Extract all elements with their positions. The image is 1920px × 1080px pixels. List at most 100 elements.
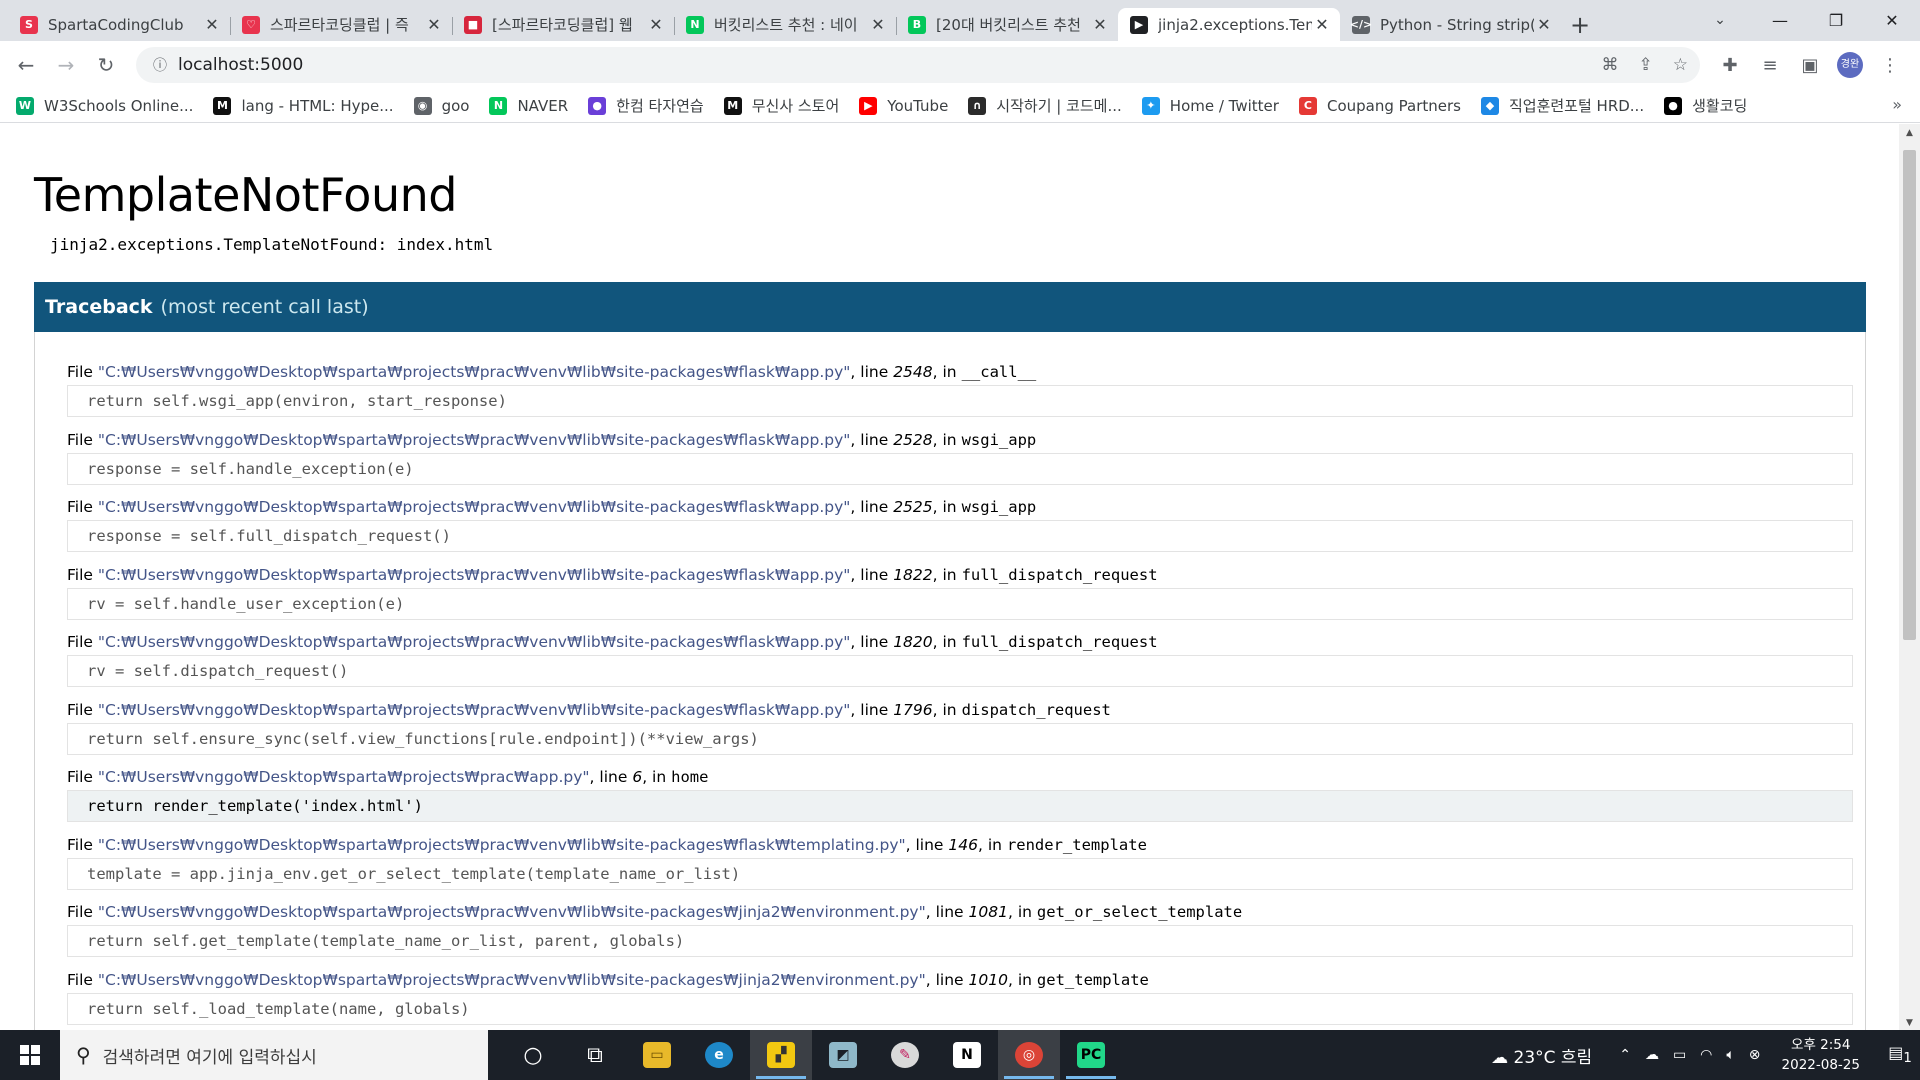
frame-source-line[interactable]: return self.ensure_sync(self.view_functi… — [67, 722, 1853, 755]
frame-function: full_dispatch_request — [961, 633, 1158, 651]
address-bar[interactable]: ⓘ localhost:5000 ⌘ ⇪ ☆ — [136, 47, 1700, 83]
battery-icon[interactable]: ▭ — [1673, 1047, 1686, 1063]
browser-tab[interactable]: N 버킷리스트 추천 : 네이 ✕ — [674, 8, 896, 41]
notion-icon[interactable]: N — [936, 1030, 998, 1080]
taskbar-clock[interactable]: 오후 2:54 2022-08-25 — [1782, 1035, 1860, 1075]
bookmark-item[interactable]: M 무신사 스토어 — [723, 95, 840, 116]
restore-icon[interactable]: ❐ — [1808, 0, 1864, 40]
tray-chevron-up-icon[interactable]: ⌃ — [1619, 1047, 1631, 1063]
edge-browser-icon[interactable]: e — [688, 1030, 750, 1080]
task-view-icon[interactable]: ⧉ — [564, 1030, 626, 1080]
tab-close-icon[interactable]: ✕ — [868, 15, 888, 34]
frame-line-number: 2525 — [893, 498, 933, 516]
frame-source-line[interactable]: response = self.handle_exception(e) — [67, 452, 1853, 485]
profile-avatar[interactable]: 경완 — [1837, 52, 1863, 78]
tab-close-icon[interactable]: ✕ — [424, 15, 444, 34]
scrollbar-thumb[interactable] — [1903, 150, 1916, 640]
windows-logo-icon — [20, 1045, 40, 1065]
frame-filename: "C:₩Users₩vnggo₩Desktop₩sparta₩projects₩… — [97, 633, 851, 651]
back-arrow-icon[interactable]: ← — [6, 45, 46, 85]
bookmark-item[interactable]: W W3Schools Online... — [16, 96, 193, 115]
tab-close-icon[interactable]: ✕ — [1534, 15, 1554, 34]
tab-close-icon[interactable]: ✕ — [1312, 15, 1332, 34]
volume-icon[interactable]: 🔈︎ — [1726, 1047, 1734, 1063]
bookmark-label: 무신사 스토어 — [751, 97, 840, 115]
frame-source-line[interactable]: return self.wsgi_app(environ, start_resp… — [67, 385, 1853, 417]
notification-count: 1 — [1903, 1051, 1912, 1067]
forward-arrow-icon[interactable]: → — [46, 45, 86, 85]
bookmark-item[interactable]: N NAVER — [489, 96, 568, 115]
bookmark-item[interactable]: ◉ goo — [413, 96, 469, 115]
bookmark-item[interactable]: ● 한컴 타자연습 — [588, 95, 704, 116]
frame-source-line[interactable]: rv = self.handle_user_exception(e) — [67, 587, 1853, 620]
bookmark-star-icon[interactable]: ☆ — [1673, 55, 1688, 75]
frame-source-line[interactable]: return self.get_template(template_name_o… — [67, 925, 1853, 957]
bookmark-item[interactable]: ▶ YouTube — [859, 96, 948, 115]
browser-tab[interactable]: S SpartaCodingClub ✕ — [8, 8, 230, 41]
reading-list-icon[interactable]: ≡ — [1750, 55, 1790, 76]
site-info-icon[interactable]: ⓘ — [142, 55, 178, 75]
notification-icon[interactable]: ▤1 — [1880, 1043, 1920, 1066]
notes-app-icon[interactable]: ◩ — [812, 1030, 874, 1080]
minimize-icon[interactable]: — — [1752, 0, 1808, 40]
cortana-circle-icon[interactable]: ○ — [502, 1030, 564, 1080]
new-tab-button[interactable]: + — [1562, 8, 1598, 41]
omnibox-actions: ⌘ ⇪ ☆ — [1602, 47, 1689, 83]
bookmark-item[interactable]: C Coupang Partners — [1298, 96, 1461, 115]
file-word: File — [67, 633, 93, 651]
close-window-icon[interactable]: ✕ — [1864, 0, 1920, 40]
browser-tab[interactable]: </> Python - String strip(✕ — [1340, 8, 1562, 41]
bookmark-item[interactable]: ◆ 직업훈련포털 HRD... — [1480, 95, 1644, 116]
side-panel-icon[interactable]: ▣ — [1790, 55, 1830, 76]
ime-icon[interactable]: ⊗ — [1749, 1047, 1761, 1063]
frame-source-line[interactable]: response = self.full_dispatch_request() — [67, 520, 1853, 552]
frame-source-line[interactable]: template = app.jinja_env.get_or_select_t… — [67, 857, 1853, 890]
in-word: in — [987, 835, 1002, 854]
frame-source-line[interactable]: return self._load_template(name, globals… — [67, 992, 1853, 1025]
weather-widget[interactable]: ☁ 23°C 흐림 — [1491, 1043, 1592, 1068]
frame-source-line[interactable]: rv = self.dispatch_request() — [67, 655, 1853, 687]
file-word: File — [67, 363, 93, 381]
traceback-note: (most recent call last) — [160, 296, 369, 318]
file-word: File — [67, 700, 93, 719]
paint-app-icon[interactable]: ✎ — [874, 1030, 936, 1080]
onedrive-cloud-icon[interactable]: ☁ — [1645, 1047, 1659, 1063]
file-explorer-icon[interactable]: ▭ — [626, 1030, 688, 1080]
bookmark-item[interactable]: Mlang - HTML: Hype... — [213, 96, 394, 115]
reload-icon[interactable]: ↻ — [86, 45, 126, 85]
bookmarks-overflow-icon[interactable]: » — [1892, 95, 1902, 114]
start-button[interactable] — [0, 1030, 60, 1080]
browser-tab[interactable]: ♡ 스파르타코딩클럽 | 즉 ✕ — [230, 8, 452, 41]
tab-close-icon[interactable]: ✕ — [1090, 15, 1110, 34]
traceback-frame: File "C:₩Users₩vnggo₩Desktop₩sparta₩proj… — [67, 565, 1853, 633]
bookmark-item[interactable]: ● 생활코딩 — [1664, 95, 1747, 116]
translate-icon[interactable]: ⌘ — [1602, 55, 1619, 75]
tab-close-icon[interactable]: ✕ — [202, 15, 222, 34]
extensions-puzzle-icon[interactable]: ✚ — [1710, 55, 1750, 76]
chrome-icon[interactable]: ◎ — [998, 1030, 1060, 1080]
url-text[interactable]: localhost:5000 — [178, 55, 303, 75]
bookmark-favicon-icon: M — [213, 96, 232, 115]
browser-tab[interactable]: ■ [스파르타코딩클럽] 웹 ✕ — [452, 8, 674, 41]
vertical-scrollbar[interactable]: ▲ ▼ — [1899, 124, 1920, 1030]
scroll-down-arrow-icon[interactable]: ▼ — [1899, 1018, 1920, 1028]
menu-kebab-icon[interactable]: ⋮ — [1870, 55, 1910, 76]
tab-search-chevron-icon[interactable]: ⌄ — [1700, 0, 1740, 40]
frame-line-number: 2528 — [893, 430, 933, 449]
frame-header: File "C:₩Users₩vnggo₩Desktop₩sparta₩proj… — [67, 835, 1147, 854]
wifi-icon[interactable]: ◠ — [1700, 1047, 1712, 1063]
sticky-notes-icon[interactable]: ▞ — [750, 1030, 812, 1080]
taskbar-search-box[interactable]: ⚲ 검색하려면 여기에 입력하십시 — [60, 1030, 488, 1080]
bookmark-favicon-icon: ● — [1664, 96, 1683, 115]
browser-tab[interactable]: ▶ jinja2.exceptions.Tem ✕ — [1118, 8, 1340, 41]
browser-tab[interactable]: B [20대 버킷리스트 추천 ✕ — [896, 8, 1118, 41]
tab-close-icon[interactable]: ✕ — [646, 15, 666, 34]
bookmark-item[interactable]: ✦ Home / Twitter — [1141, 96, 1279, 115]
bookmark-item[interactable]: ∩ 시작하기 | 코드메... — [968, 95, 1122, 116]
pycharm-icon[interactable]: PC — [1060, 1030, 1122, 1080]
frame-source-line[interactable]: return render_template('index.html') — [67, 790, 1853, 822]
in-word: in — [942, 498, 957, 516]
share-icon[interactable]: ⇪ — [1639, 55, 1653, 75]
clock-date: 2022-08-25 — [1781, 1057, 1860, 1073]
scroll-up-arrow-icon[interactable]: ▲ — [1899, 128, 1920, 138]
